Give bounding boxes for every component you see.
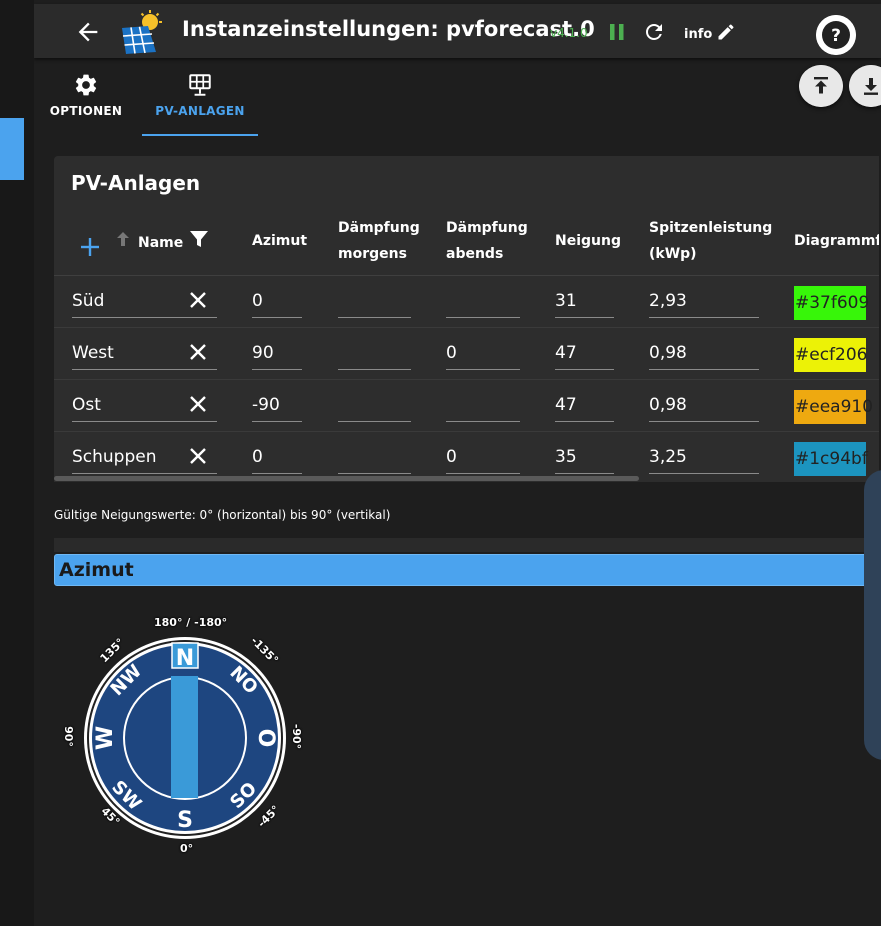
compass-rose-icon: N S W O NW NO SW SO [84, 637, 286, 839]
page-title: Instanzeinstellungen: pvforecast.0 [182, 17, 595, 41]
daempfung-morgens-input[interactable] [338, 442, 411, 474]
tab-bar: OPTIONEN PV-ANLAGEN [34, 66, 881, 138]
pv-anlagen-card: PV-Anlagen Name Azimut Dämpfung morgens … [54, 156, 879, 482]
compass-o: O [253, 729, 278, 748]
close-icon[interactable] [188, 342, 208, 362]
sidebar-active-indicator [0, 118, 24, 180]
spitzenleistung-input[interactable]: 0,98 [649, 390, 759, 422]
azimut-input[interactable]: -90 [252, 390, 302, 422]
column-header-daempfung-abends-line2: abends [446, 246, 504, 262]
daempfung-abends-input[interactable]: 0 [446, 338, 520, 370]
daempfung-morgens-input[interactable] [338, 338, 411, 370]
svg-text:?: ? [831, 26, 841, 46]
neigung-input[interactable]: 35 [555, 442, 614, 474]
column-header-spitzenleistung: Spitzenleistung (kWp) [649, 215, 772, 267]
tab-pv-anlagen-label: PV-ANLAGEN [155, 104, 245, 118]
table-row: West 90 0 47 0,98 #ecf206 [54, 328, 879, 380]
column-header-name[interactable]: Name [138, 230, 183, 256]
azimut-input[interactable]: 90 [252, 338, 302, 370]
color-picker[interactable]: #37f609 [794, 286, 869, 320]
azimut-input[interactable]: 0 [252, 442, 302, 474]
horizontal-scrollbar[interactable] [54, 476, 639, 481]
add-icon[interactable] [79, 236, 101, 258]
compass-s: S [177, 808, 193, 833]
column-header-daempfung-morgens-line1: Dämpfung [338, 220, 420, 236]
column-header-diagrammfarbe: Diagrammfa [794, 233, 879, 249]
neigung-input[interactable]: 47 [555, 338, 614, 370]
gear-icon [75, 74, 97, 96]
azimut-input[interactable]: 0 [252, 286, 302, 318]
table-row: Süd 0 31 2,93 #37f609 [54, 276, 879, 328]
sort-arrow-icon[interactable] [114, 230, 132, 248]
info-label[interactable]: info [684, 27, 712, 42]
column-header-spitzenleistung-line1: Spitzenleistung [649, 220, 773, 236]
compass-label-minus90: -90° [290, 723, 304, 750]
daempfung-abends-input[interactable]: 0 [446, 442, 520, 474]
pause-icon[interactable] [608, 23, 626, 41]
column-header-daempfung-abends-line1: Dämpfung [446, 220, 528, 236]
spitzenleistung-input[interactable]: 3,25 [649, 442, 759, 474]
close-icon[interactable] [188, 290, 208, 310]
card-title: PV-Anlagen [71, 171, 201, 195]
color-picker[interactable]: #eea910 [794, 390, 873, 424]
daempfung-morgens-input[interactable] [338, 390, 411, 422]
tab-pv-anlagen[interactable]: PV-ANLAGEN [142, 66, 258, 136]
daempfung-abends-input[interactable] [446, 286, 520, 318]
tab-optionen[interactable]: OPTIONEN [40, 66, 132, 136]
section-divider [54, 538, 879, 552]
tab-optionen-label: OPTIONEN [49, 104, 123, 118]
table-row: Ost -90 47 0,98 #eea910 [54, 380, 879, 432]
side-panel-edge [864, 470, 881, 760]
compass-n: N [176, 646, 194, 671]
spitzenleistung-input[interactable]: 0,98 [649, 338, 759, 370]
pvforecast-logo-icon [122, 10, 162, 54]
neigung-hint-text: Gültige Neigungswerte: 0° (horizontal) b… [54, 508, 391, 522]
upload-button[interactable] [799, 65, 843, 107]
azimut-compass: N S W O NW NO SW SO 180° / -180° 135° -1… [62, 612, 312, 862]
color-picker[interactable]: #1c94bf [794, 442, 868, 476]
reload-icon[interactable] [642, 20, 666, 44]
neigung-input[interactable]: 31 [555, 286, 614, 318]
close-icon[interactable] [188, 446, 208, 466]
column-header-daempfung-morgens: Dämpfung morgens [338, 215, 420, 267]
table-row: Schuppen 0 0 35 3,25 #1c94bf [54, 432, 879, 482]
filter-icon[interactable] [188, 228, 210, 250]
column-header-neigung: Neigung [555, 233, 621, 249]
daempfung-abends-input[interactable] [446, 390, 520, 422]
azimut-section-title: Azimut [59, 559, 134, 581]
close-icon[interactable] [188, 394, 208, 414]
pencil-icon[interactable] [716, 22, 736, 42]
top-bar: Instanzeinstellungen: pvforecast.0 v4.1.… [34, 4, 881, 58]
compass-label-180: 180° / -180° [154, 616, 228, 629]
back-arrow-icon[interactable] [74, 18, 102, 46]
column-header-daempfung-abends: Dämpfung abends [446, 215, 528, 267]
azimut-section-header: Azimut [54, 554, 879, 586]
version-badge: v4.1.0 [550, 26, 588, 40]
instance-settings-dialog: Instanzeinstellungen: pvforecast.0 v4.1.… [34, 0, 881, 926]
spitzenleistung-input[interactable]: 2,93 [649, 286, 759, 318]
compass-label-0: 0° [180, 842, 194, 855]
neigung-input[interactable]: 47 [555, 390, 614, 422]
compass-label-90: 90° [61, 726, 75, 747]
color-picker[interactable]: #ecf206 [794, 338, 867, 372]
help-icon[interactable]: ? [816, 15, 856, 55]
daempfung-morgens-input[interactable] [338, 286, 411, 318]
table-header: Name Azimut Dämpfung morgens Dämpfung ab… [54, 212, 879, 276]
solar-panel-icon [189, 74, 211, 96]
column-header-daempfung-morgens-line2: morgens [338, 246, 407, 262]
column-header-azimut: Azimut [252, 233, 308, 249]
compass-w: W [93, 726, 118, 750]
column-header-spitzenleistung-line2: (kWp) [649, 246, 697, 262]
